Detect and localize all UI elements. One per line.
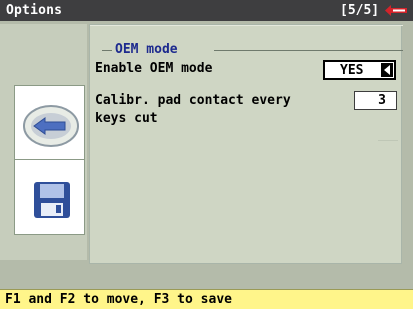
page-indicator: [5/5] [340, 3, 380, 18]
status-bar: F1 and F2 to move, F3 to save [0, 289, 413, 309]
options-screen: Options [5/5] OEM mode Enable OEM mode Y… [0, 0, 413, 309]
window-title: Options [6, 3, 63, 18]
calibration-keys-input[interactable]: 3 [354, 91, 397, 110]
enable-oem-mode-select[interactable]: YES [323, 60, 396, 80]
faint-separator [378, 140, 398, 141]
enable-oem-mode-label: Enable OEM mode [95, 61, 213, 76]
status-hint: F1 and F2 to move, F3 to save [5, 292, 232, 307]
save-button[interactable] [14, 159, 85, 235]
oem-mode-section-title: OEM mode [115, 42, 178, 57]
calibration-label-line2: keys cut [95, 111, 158, 126]
content-top-divider [90, 25, 403, 26]
brand-logo-icon [385, 5, 407, 16]
group-frame-line-left [102, 50, 112, 51]
group-frame-line-right [214, 50, 403, 51]
back-arrow-icon [23, 105, 79, 147]
title-bar: Options [5/5] [0, 0, 413, 21]
calibration-keys-value: 3 [378, 93, 386, 108]
calibration-label: Calibr. pad contact every [95, 93, 291, 108]
left-panel [0, 24, 87, 260]
enable-oem-mode-value: YES [340, 63, 364, 78]
back-button[interactable] [14, 85, 85, 161]
select-arrow-icon[interactable] [381, 63, 393, 77]
floppy-disk-icon [34, 182, 70, 218]
